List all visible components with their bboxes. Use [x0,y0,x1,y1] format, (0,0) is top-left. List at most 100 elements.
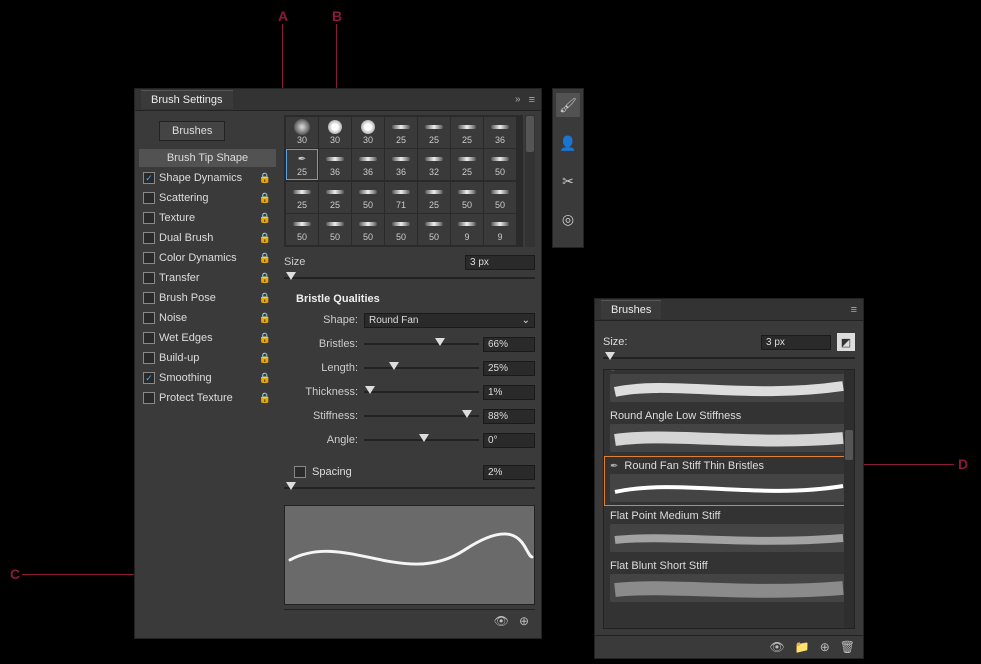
preset-manager-icon[interactable]: 📁 [795,640,810,654]
brushes-size-slider[interactable] [603,351,855,365]
checkbox[interactable] [143,392,155,404]
brushes-size-input[interactable] [761,335,831,350]
brush-tip[interactable]: 9 [484,214,516,245]
brush-tip-selected[interactable]: ✒25 [286,149,318,180]
size-input[interactable] [465,255,535,270]
checkbox[interactable] [143,372,155,384]
brush-tip[interactable]: 50 [484,149,516,180]
brush-preset-selected[interactable]: ✒Round Fan Stiff Thin Bristles [604,456,854,506]
option-dual-brush[interactable]: Dual Brush 🔒 [139,228,276,248]
length-slider[interactable] [364,361,479,375]
option-shape-dynamics[interactable]: Shape Dynamics 🔒 [139,168,276,188]
spacing-checkbox[interactable] [294,466,306,478]
brush-tip[interactable]: 25 [418,182,450,213]
brush-tip[interactable]: 25 [319,182,351,213]
brush-tip[interactable]: 50 [418,214,450,245]
option-build-up[interactable]: Build-up 🔒 [139,348,276,368]
spacing-input[interactable] [483,465,535,480]
checkbox[interactable] [143,232,155,244]
lock-icon[interactable]: 🔒 [258,273,272,284]
new-brush-icon[interactable]: ⊕ [820,640,830,654]
brush-tip[interactable]: 50 [484,182,516,213]
brush-preset[interactable]: Round Angle Low Stiffness [604,406,854,456]
bristles-input[interactable] [483,337,535,352]
lock-icon[interactable]: 🔒 [258,333,272,344]
option-scattering[interactable]: Scattering 🔒 [139,188,276,208]
brush-tip[interactable]: 36 [319,149,351,180]
checkbox[interactable] [143,292,155,304]
brush-tip[interactable]: 25 [385,117,417,148]
brush-tip[interactable]: 25 [451,117,483,148]
brushes-button[interactable]: Brushes [159,121,225,141]
brush-tip[interactable]: 25 [286,182,318,213]
brush-tip[interactable]: 30 [352,117,384,148]
lock-icon[interactable]: 🔒 [258,393,272,404]
brush-tip[interactable]: 50 [385,214,417,245]
brush-tip[interactable]: 9 [451,214,483,245]
brush-preset[interactable]: Flat Blunt Short Stiff [604,556,854,606]
brushes-panel-title[interactable]: Brushes [601,300,661,319]
option-protect-texture[interactable]: Protect Texture 🔒 [139,388,276,408]
checkbox[interactable] [143,192,155,204]
length-input[interactable] [483,361,535,376]
lock-icon[interactable]: 🔒 [258,293,272,304]
lock-icon[interactable]: 🔒 [258,193,272,204]
thickness-input[interactable] [483,385,535,400]
brush-panel-icon[interactable]: 🖌 [556,93,580,117]
spacing-slider[interactable] [284,481,535,495]
brush-tip[interactable]: 30 [286,117,318,148]
lock-icon[interactable]: 🔒 [258,253,272,264]
toggle-live-tip-icon[interactable]: 👁 [770,640,785,654]
clone-source-icon[interactable]: 👤 [556,131,580,155]
new-preset-icon[interactable]: ⊕ [519,614,529,628]
lock-icon[interactable]: 🔒 [258,233,272,244]
brush-tip[interactable]: 50 [286,214,318,245]
thickness-slider[interactable] [364,385,479,399]
tip-grid-scrollbar[interactable] [525,115,535,247]
checkbox[interactable] [143,252,155,264]
brush-tip[interactable]: 30 [319,117,351,148]
stiffness-input[interactable] [483,409,535,424]
cc-libraries-icon[interactable]: ◎ [556,207,580,231]
lock-icon[interactable]: 🔒 [258,173,272,184]
brush-tip[interactable]: 36 [385,149,417,180]
collapse-button[interactable]: » [515,94,521,105]
brush-preset[interactable]: Flat Point Medium Stiff [604,506,854,556]
toggle-preview-icon[interactable]: 👁 [494,614,509,628]
panel-menu-icon[interactable]: ≡ [529,94,535,106]
panel-title[interactable]: Brush Settings [141,90,233,109]
bristles-slider[interactable] [364,337,479,351]
option-texture[interactable]: Texture 🔒 [139,208,276,228]
preset-scrollbar[interactable] [844,370,854,628]
size-slider[interactable] [284,271,535,285]
brush-tip[interactable]: 50 [352,214,384,245]
checkbox[interactable] [143,332,155,344]
stiffness-slider[interactable] [364,409,479,423]
brush-tip[interactable]: 36 [352,149,384,180]
brush-tip[interactable]: 25 [451,149,483,180]
option-brush-pose[interactable]: Brush Pose 🔒 [139,288,276,308]
delete-brush-icon[interactable]: 🗑 [840,640,855,654]
lock-icon[interactable]: 🔒 [258,213,272,224]
angle-input[interactable] [483,433,535,448]
brush-tip[interactable]: 50 [451,182,483,213]
angle-slider[interactable] [364,433,479,447]
checkbox[interactable] [143,312,155,324]
checkbox[interactable] [143,212,155,224]
brushes-menu-icon[interactable]: ≡ [851,304,857,316]
brush-tip-shape-header[interactable]: Brush Tip Shape [139,149,276,167]
option-color-dynamics[interactable]: Color Dynamics 🔒 [139,248,276,268]
option-transfer[interactable]: Transfer 🔒 [139,268,276,288]
checkbox[interactable] [143,272,155,284]
lock-icon[interactable]: 🔒 [258,373,272,384]
brush-tip[interactable]: 71 [385,182,417,213]
checkbox[interactable] [143,352,155,364]
option-noise[interactable]: Noise 🔒 [139,308,276,328]
brush-tip[interactable]: 32 [418,149,450,180]
shape-select[interactable]: Round Fan ⌄ [364,313,535,328]
lock-icon[interactable]: 🔒 [258,313,272,324]
brush-preset[interactable]: ▮Round Curve Low Bristle Percent [604,369,854,406]
option-wet-edges[interactable]: Wet Edges 🔒 [139,328,276,348]
toggle-preview-icon[interactable]: ◩ [837,333,855,351]
option-smoothing[interactable]: Smoothing 🔒 [139,368,276,388]
